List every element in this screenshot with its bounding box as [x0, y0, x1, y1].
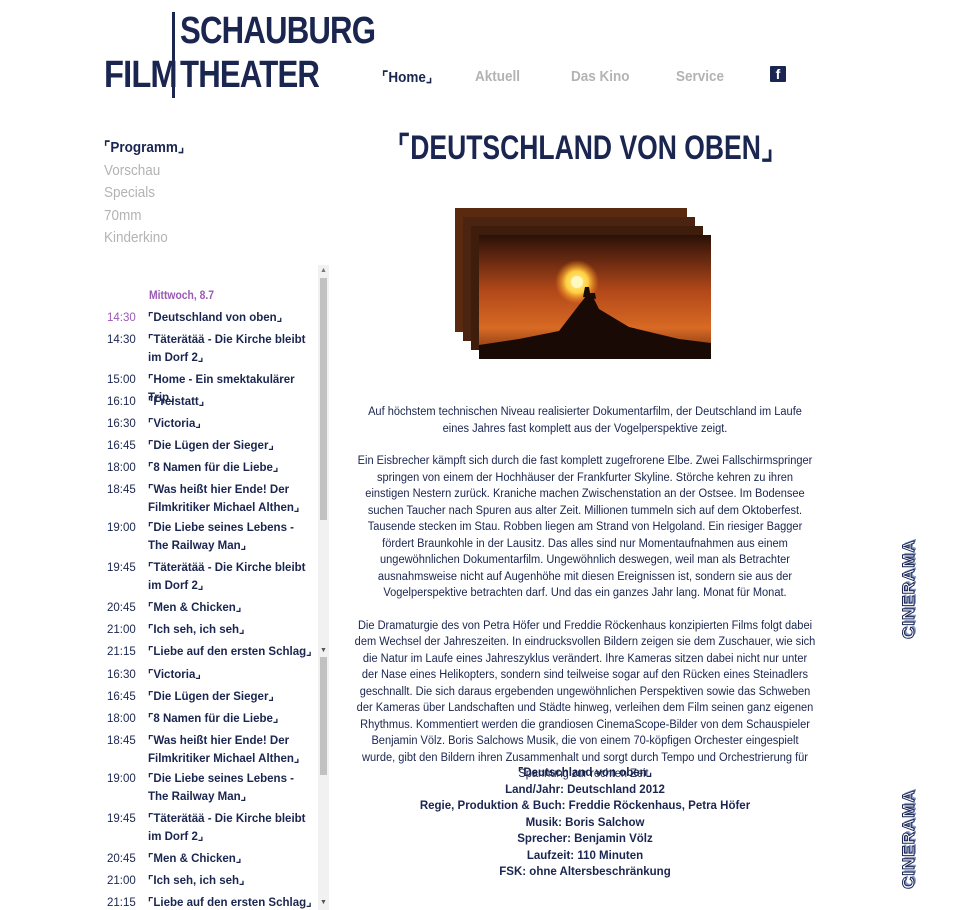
- logo-film: FILM: [104, 54, 178, 96]
- schedule-film-link[interactable]: ⌜Was heißt hier Ende! Der Filmkritiker M…: [148, 482, 312, 517]
- logo-theater: THEATER: [180, 54, 320, 96]
- schedule-time: 20:45: [107, 602, 136, 614]
- schedule-time: 18:00: [107, 462, 136, 474]
- nav-home[interactable]: ⌜Home⌟: [382, 68, 432, 86]
- schedule-time: 18:45: [107, 735, 136, 747]
- credits-line: Laufzeit: 110 Minuten: [526, 849, 644, 862]
- logo-schauburg: SCHAUBURG: [180, 10, 376, 52]
- credits-line: FSK: ohne Altersbeschränkung: [499, 866, 671, 878]
- schedule-film-link[interactable]: ⌜Die Liebe seines Lebens - The Railway M…: [148, 520, 312, 555]
- schedule-time: 15:00: [107, 374, 136, 386]
- film-description: Auf höchstem technischen Niveau realisie…: [355, 404, 816, 799]
- schedule-list[interactable]: Mittwoch, 8.7 14:30 ⌜Deutschland von oben…: [104, 265, 330, 910]
- schedule-film-link[interactable]: ⌜Die Lügen der Sieger⌟: [148, 689, 312, 707]
- scroll-down-arrow-icon[interactable]: ▼: [318, 645, 329, 657]
- scroll-down-arrow-icon-2[interactable]: ▼: [318, 897, 329, 909]
- scroll-thumb[interactable]: [320, 278, 327, 520]
- cinerama-logo-text: CINERAMA: [899, 789, 919, 890]
- credits-title: ⌜Deutschland von oben⌟: [517, 767, 653, 779]
- schedule-film-link[interactable]: ⌜Freistatt⌟: [148, 394, 312, 412]
- schedule-film-link[interactable]: ⌜Ich seh, ich seh⌟: [148, 873, 312, 891]
- schedule-scrollbar[interactable]: ▲ ▼ ▼: [318, 265, 329, 910]
- schedule-time: 16:45: [107, 440, 136, 452]
- schedule-film-link[interactable]: ⌜Täterätää - Die Kirche bleibt im Dorf 2…: [148, 332, 312, 367]
- schedule-time: 19:00: [107, 522, 136, 534]
- subnav-kinderkino[interactable]: Kinderkino: [104, 227, 184, 250]
- schedule-time: 19:45: [107, 813, 136, 825]
- schedule-time: 19:00: [107, 773, 136, 785]
- scroll-up-arrow-icon[interactable]: ▲: [318, 265, 329, 277]
- schedule-time: 21:00: [107, 624, 136, 636]
- description-paragraph: Ein Eisbrecher kämpft sich durch die fas…: [357, 455, 813, 599]
- credits-line: Land/Jahr: Deutschland 2012: [505, 783, 665, 796]
- film-image-stack[interactable]: [455, 208, 711, 360]
- cinerama-badge[interactable]: CINERAMA: [898, 789, 924, 890]
- logo-divider: [172, 12, 175, 98]
- description-paragraph: Die Dramaturgie des von Petra Höfer und …: [354, 619, 816, 781]
- credits-line: Sprecher: Benjamin Völz: [517, 833, 653, 845]
- scroll-thumb-secondary[interactable]: [320, 657, 327, 775]
- schedule-time: 21:15: [107, 897, 136, 909]
- schedule-film-link[interactable]: ⌜Was heißt hier Ende! Der Filmkritiker M…: [148, 733, 312, 768]
- subnav-70mm[interactable]: 70mm: [104, 205, 184, 228]
- cinerama-logo-text: CINERAMA: [899, 539, 919, 640]
- schedule-film-link[interactable]: ⌜Liebe auf den ersten Schlag⌟: [148, 644, 312, 662]
- schedule-film-link[interactable]: ⌜Victoria⌟: [148, 667, 312, 685]
- schedule-film-link[interactable]: ⌜Deutschland von oben⌟: [148, 310, 312, 328]
- schedule-film-link[interactable]: ⌜Täterätää - Die Kirche bleibt im Dorf 2…: [148, 560, 312, 595]
- schedule-day-label: Mittwoch, 8.7: [149, 290, 214, 302]
- schedule-film-link[interactable]: ⌜Ich seh, ich seh⌟: [148, 622, 312, 640]
- credits-line: Musik: Boris Salchow: [525, 816, 645, 829]
- schedule-time: 21:00: [107, 875, 136, 887]
- nav-das-kino[interactable]: Das Kino: [571, 68, 630, 85]
- schedule-film-link[interactable]: ⌜Victoria⌟: [148, 416, 312, 434]
- schedule-time: 16:30: [107, 669, 136, 681]
- film-still-image: [479, 235, 711, 359]
- schedule-time: 16:10: [107, 396, 136, 408]
- schedule-film-link[interactable]: ⌜Men & Chicken⌟: [148, 600, 312, 618]
- nav-service[interactable]: Service: [676, 68, 724, 85]
- schedule-time: 18:45: [107, 484, 136, 496]
- site-logo[interactable]: FILM SCHAUBURG THEATER: [104, 10, 376, 98]
- schedule-film-link[interactable]: ⌜Men & Chicken⌟: [148, 851, 312, 869]
- schedule-time: 14:30: [107, 312, 136, 324]
- facebook-icon[interactable]: f: [770, 66, 786, 82]
- schedule-film-link[interactable]: ⌜Die Liebe seines Lebens - The Railway M…: [148, 771, 312, 806]
- program-subnav: ⌜Programm⌟ Vorschau Specials 70mm Kinder…: [104, 137, 193, 250]
- subnav-vorschau[interactable]: Vorschau: [104, 160, 184, 183]
- cinerama-badge[interactable]: CINERAMA: [898, 539, 924, 640]
- schedule-time: 16:45: [107, 691, 136, 703]
- description-paragraph: Auf höchstem technischen Niveau realisie…: [368, 406, 802, 435]
- credits-line: Regie, Produktion & Buch: Freddie Röcken…: [419, 800, 751, 812]
- schedule-time: 16:30: [107, 418, 136, 430]
- film-credits: ⌜Deutschland von oben⌟ Land/Jahr: Deutsc…: [345, 765, 825, 881]
- schedule-film-link[interactable]: ⌜Täterätää - Die Kirche bleibt im Dorf 2…: [148, 811, 312, 846]
- subnav-specials[interactable]: Specials: [104, 182, 184, 205]
- schedule-time: 20:45: [107, 853, 136, 865]
- schedule-film-link[interactable]: ⌜8 Namen für die Liebe⌟: [148, 460, 312, 478]
- nav-aktuell[interactable]: Aktuell: [475, 68, 520, 85]
- schedule-film-link[interactable]: ⌜Liebe auf den ersten Schlag⌟: [148, 895, 312, 910]
- schedule-time: 18:00: [107, 713, 136, 725]
- schedule-time: 21:15: [107, 646, 136, 658]
- schedule-film-link[interactable]: ⌜8 Namen für die Liebe⌟: [148, 711, 312, 729]
- film-title: ⌜DEUTSCHLAND VON OBEN⌟: [397, 129, 774, 167]
- schedule-film-link[interactable]: ⌜Die Lügen der Sieger⌟: [148, 438, 312, 456]
- schedule-time: 19:45: [107, 562, 136, 574]
- subnav-programm[interactable]: ⌜Programm⌟: [104, 137, 184, 160]
- schedule-time: 14:30: [107, 334, 136, 346]
